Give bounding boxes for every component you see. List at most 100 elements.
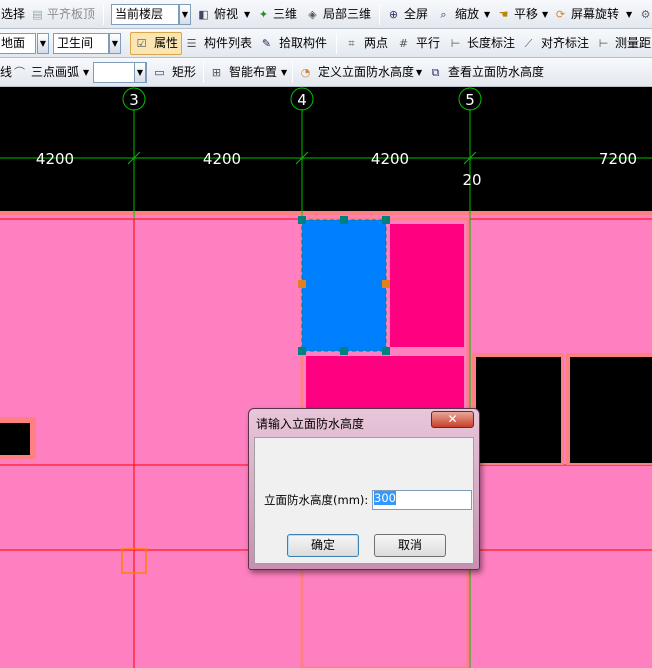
parallel-icon: # [398, 37, 409, 50]
define-height-button[interactable]: 定义立面防水高度 [318, 58, 414, 86]
cancel-button[interactable]: 取消 [374, 534, 446, 557]
dimension-text: 4200 [371, 150, 409, 168]
top-view-dropdown-icon[interactable]: ▼ [244, 0, 250, 28]
three-d-icon: ✦ [258, 8, 269, 21]
length-dim-icon: ⊢ [450, 37, 461, 50]
category-combo-dropdown[interactable]: ▼ [37, 33, 49, 54]
length-dim-button[interactable]: 长度标注 [467, 29, 515, 57]
three-d-button[interactable]: 三维 [273, 0, 297, 28]
measure-button[interactable]: 测量距 [615, 29, 651, 57]
arc-dropdown-icon[interactable]: ▼ [83, 58, 89, 86]
top-view-icon: ◧ [198, 8, 209, 21]
void-area [570, 357, 652, 463]
room-combo[interactable]: 卫生间 [53, 33, 109, 54]
toolbar-separator [336, 33, 337, 54]
draw-toolbar: 线 ⌒ 三点画弧 ▼ ▼ ▭ 矩形 ⊞ 智能布置 ▼ ◔ 定义立面防水高度 ▼ … [0, 58, 652, 87]
toolbar-separator [379, 4, 380, 25]
top-view-button[interactable]: 俯视 [214, 0, 238, 28]
zoom-icon: ⌕ [440, 8, 447, 21]
selected-floor-area[interactable] [301, 219, 387, 352]
measure-icon: ⊢ [598, 37, 609, 50]
view-height-button[interactable]: 查看立面防水高度 [448, 58, 544, 86]
drawing-canvas[interactable]: 3 4 5 4200 4200 4200 7200 20 [0, 87, 652, 668]
local-3d-icon: ◈ [308, 8, 317, 21]
grip-handle[interactable] [382, 280, 390, 288]
rect-icon: ▭ [154, 66, 165, 79]
parallel-button[interactable]: 平行 [416, 29, 440, 57]
arc-button[interactable]: 三点画弧 [31, 58, 79, 86]
toolbar-separator [292, 62, 293, 83]
height-input-value: 300 [374, 491, 396, 505]
toolbar-separator [203, 62, 204, 83]
floor-combo-dropdown[interactable]: ▼ [179, 4, 191, 25]
select-button[interactable]: 选择 [1, 0, 25, 28]
wet-area[interactable] [390, 224, 464, 347]
zoom-button[interactable]: 缩放 [455, 0, 479, 28]
overflow-icon[interactable]: ⚙ [638, 7, 652, 22]
void-area [0, 423, 30, 455]
two-points-button[interactable]: 两点 [364, 29, 388, 57]
floor-combo[interactable]: 当前楼层 [111, 4, 179, 25]
height-field-label: 立面防水高度(mm): [264, 493, 369, 507]
component-list-icon: ☰ [186, 37, 197, 50]
dialog-title: 请输入立面防水高度 [256, 417, 365, 431]
canvas-background [0, 87, 652, 215]
fullscreen-button[interactable]: 全屏 [404, 0, 428, 28]
rect-button[interactable]: 矩形 [172, 58, 196, 86]
arc-icon: ⌒ [14, 66, 25, 79]
room-combo-dropdown[interactable]: ▼ [109, 33, 121, 54]
fullscreen-icon: ⊕ [388, 8, 399, 21]
category-combo[interactable]: 地面 [0, 33, 36, 54]
rotate-button[interactable]: 屏幕旋转 [571, 0, 619, 28]
line-button[interactable]: 线 [0, 58, 12, 86]
pick-icon: ✎ [261, 37, 272, 50]
smart-layout-dropdown-icon[interactable]: ▼ [281, 58, 287, 86]
properties-icon: ☑ [136, 37, 147, 50]
dimension-text: 4200 [203, 150, 241, 168]
main-toolbar: 选择 ▤ 平齐板顶 当前楼层 ▼ ◧ 俯视 ▼ ✦ 三维 ◈ 局部三维 ⊕ 全屏… [0, 0, 652, 29]
grip-handle[interactable] [340, 216, 348, 224]
pan-hand-icon: ☚ [498, 8, 509, 21]
annotation-text: 20 [462, 171, 481, 189]
rotate-icon: ⟳ [555, 8, 566, 21]
rotate-dropdown-icon[interactable]: ▼ [626, 0, 632, 28]
axis-label-3: 3 [129, 91, 139, 109]
shape-combo-dropdown[interactable]: ▼ [134, 62, 146, 83]
axis-label-5: 5 [465, 91, 475, 109]
grip-handle[interactable] [382, 347, 390, 355]
ok-button[interactable]: 确定 [287, 534, 359, 557]
grip-handle[interactable] [340, 347, 348, 355]
toolbar-separator [103, 4, 104, 25]
define-height-icon: ◔ [300, 66, 311, 79]
component-list-button[interactable]: 构件列表 [204, 29, 252, 57]
grip-handle[interactable] [298, 347, 306, 355]
component-toolbar: 地面 ▼ 卫生间 ▼ ☑ 属性 ☰ 构件列表 ✎ 拾取构件 ⌗ 两点 # 平行 … [0, 29, 652, 58]
height-input[interactable]: 300 [372, 490, 472, 510]
void-area [476, 357, 561, 463]
axis-label-4: 4 [297, 91, 307, 109]
align-top-icon: ▤ [32, 8, 43, 21]
dialog-body: 立面防水高度(mm): 300 确定 取消 [254, 437, 474, 564]
aligned-dim-button[interactable]: 对齐标注 [541, 29, 589, 57]
smart-layout-icon: ⊞ [211, 66, 222, 79]
pick-component-button[interactable]: 拾取构件 [279, 29, 327, 57]
aligned-dim-icon: ⟋ [524, 37, 533, 50]
local-3d-button[interactable]: 局部三维 [323, 0, 371, 28]
define-height-dropdown-icon[interactable]: ▼ [416, 58, 422, 86]
close-icon[interactable]: ✕ [431, 411, 474, 428]
pan-dropdown-icon[interactable]: ▼ [542, 0, 548, 28]
dimension-text: 4200 [36, 150, 74, 168]
align-top-button[interactable]: 平齐板顶 [47, 0, 95, 28]
grip-handle[interactable] [382, 216, 390, 224]
grip-handle[interactable] [298, 216, 306, 224]
properties-button[interactable]: 属性 [154, 29, 178, 57]
pan-button[interactable]: 平移 [514, 0, 538, 28]
dimension-text: 7200 [599, 150, 637, 168]
view-height-icon: ⧉ [431, 66, 440, 79]
zoom-dropdown-icon[interactable]: ▼ [484, 0, 490, 28]
two-points-icon: ⌗ [348, 37, 355, 50]
cad-drawing: 3 4 5 4200 4200 4200 7200 20 [0, 87, 652, 668]
grip-handle[interactable] [298, 280, 306, 288]
smart-layout-button[interactable]: 智能布置 [229, 58, 277, 86]
waterproof-height-dialog: 请输入立面防水高度 ✕ 立面防水高度(mm): 300 确定 取消 [248, 408, 480, 570]
